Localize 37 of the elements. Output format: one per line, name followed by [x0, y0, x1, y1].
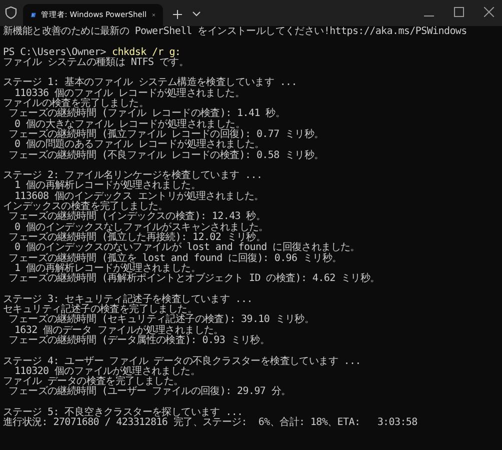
- output-line: 1 個の再解析レコードが処理されました。: [13, 262, 200, 274]
- output-line: ステージ 3: セキュリティ記述子を検査しています ...: [3, 294, 252, 305]
- command-text: chkdsk /r g:: [112, 46, 181, 58]
- output-line: ステージ 4: ユーザー ファイル データの不良クラスターを検査しています ...: [3, 356, 361, 366]
- shield-icon: [5, 6, 17, 19]
- output-line: 113608 個のインデックス エントリが処理されました。: [13, 190, 264, 202]
- output-line: フェーズの継続時間 (ファイル レコードの検査): 1.41 秒。: [8, 108, 286, 120]
- dropdown-icon[interactable]: [192, 11, 201, 17]
- output-line: フェーズの継続時間 (再解析ポイントとオブジェクト ID の検査): 4.62 ミリ秒。: [8, 273, 380, 284]
- output-line: フェーズの継続時間 (孤立ファイル レコードの回復): 0.77 ミリ秒。: [8, 128, 324, 140]
- new-tab-icon[interactable]: [173, 10, 182, 19]
- output-line: 新機能と改善のために最新の PowerShell をインストールしてください!https://aka.ms/PSWindows: [3, 26, 467, 37]
- output-line: フェーズの継続時間 (ユーザー ファイルの回復): 29.97 分。: [8, 386, 291, 398]
- output-line: フェーズの継続時間 (セキュリティ記述子の検査): 39.10 ミリ秒。: [8, 314, 314, 326]
- close-tab-icon[interactable]: [152, 11, 155, 19]
- output-line: ステージ 5: 不良空きクラスターを探しています ...: [3, 406, 243, 418]
- output-line: フェーズの継続時間 (不良ファイル レコードの検査): 0.58 ミリ秒。: [8, 150, 324, 161]
- output-line: 1632 個のデータ ファイルが処理されました。: [13, 324, 224, 336]
- powershell-icon: [31, 10, 36, 20]
- output-line: 0 個の問題のあるファイル レコードが処理されました。: [13, 139, 264, 150]
- output-line: フェーズの継続時間 (孤立を lost and found に回復): 0.96 ミリ秒。: [8, 252, 342, 264]
- output-line: 進行状況: 27071680 / 423312816 完了、ステージ: 6%、合計: 18%、ETA: 3:03:58: [3, 417, 418, 428]
- maximize-icon[interactable]: [454, 7, 464, 17]
- output-line: フェーズの継続時間 (データ属性の検査): 0.93 ミリ秒。: [8, 334, 270, 346]
- prompt-text: PS C:\Users\Owner>: [3, 46, 106, 58]
- output-line: 0 個のインデックスなしファイルがスキャンされました。: [13, 222, 268, 233]
- close-icon[interactable]: [484, 7, 494, 17]
- output-line: フェーズの継続時間 (インデックスの検査): 12.43 秒。: [8, 211, 266, 222]
- output-line: ファイル システムの種類は NTFS です。: [3, 56, 189, 68]
- output-line: 1 個の再解析レコードが処理されました。: [13, 180, 200, 192]
- output-line: ステージ 1: 基本のファイル システム構造を検査しています ...: [3, 77, 297, 88]
- output-line: 0 個の大きなファイル レコードが処理されました。: [13, 118, 246, 130]
- output-line: 110320 個のファイルが処理されました。: [13, 366, 200, 377]
- output-line: 110336 個のファイル レコードが処理されました。: [13, 88, 245, 99]
- output-line: 0 個のインデックスのないファイルが lost and found に回復されました。: [13, 242, 360, 254]
- output-line: フェーズの継続時間 (孤立した再接続): 12.02 ミリ秒。: [8, 232, 266, 243]
- minimize-icon[interactable]: [424, 15, 434, 17]
